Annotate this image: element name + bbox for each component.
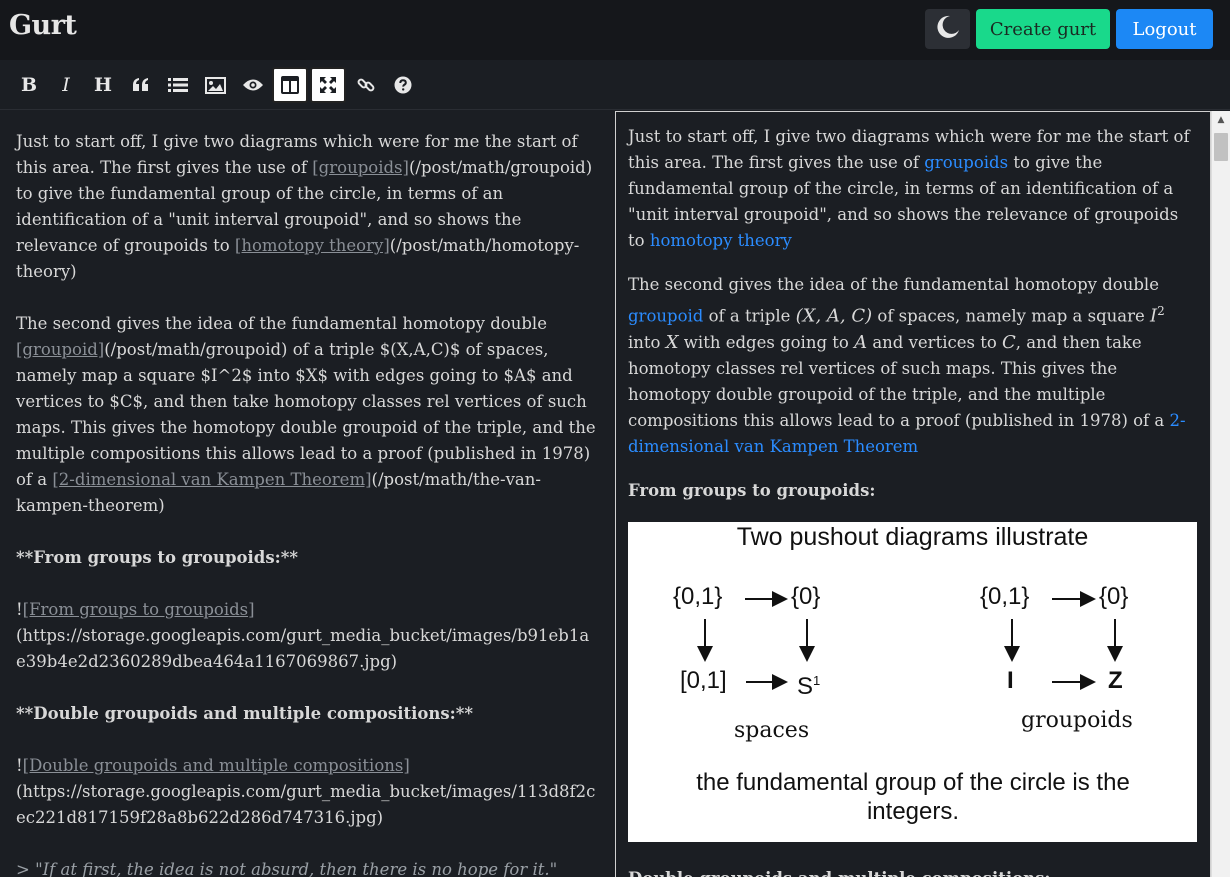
question-circle-icon xyxy=(394,76,412,94)
create-gurt-button[interactable]: Create gurt xyxy=(976,9,1110,49)
expand-arrows-icon xyxy=(319,76,337,94)
math-a: A xyxy=(854,331,868,353)
preview-scrollbar[interactable]: ▲ xyxy=(1211,111,1230,877)
preview-link-groupoid[interactable]: groupoid xyxy=(628,307,703,326)
quote-button[interactable] xyxy=(123,67,159,103)
quote-icon xyxy=(132,77,150,93)
math-triple: (X, A, C) xyxy=(795,305,873,327)
app-logo[interactable]: Gurt xyxy=(9,10,77,41)
preview-button[interactable] xyxy=(235,67,271,103)
preview-link-groupoids[interactable]: groupoids xyxy=(924,153,1008,172)
side-by-side-button[interactable] xyxy=(272,67,308,103)
help-button[interactable] xyxy=(385,67,421,103)
editor-image-1: ![From groups to groupoids] (https://stor… xyxy=(16,600,590,671)
editor-link-groupoids: [groupoids] xyxy=(312,158,409,177)
pushout-diagram-image: Two pushout diagrams illustrate {0,1} {0… xyxy=(628,521,1197,842)
theme-toggle-button[interactable] xyxy=(925,9,970,49)
top-navbar: Gurt Create gurt Logout xyxy=(0,0,1230,60)
editor-quote: > "If at first, the idea is not absurd, … xyxy=(16,860,558,877)
editor-heading-double: **Double groupoids and multiple composit… xyxy=(16,704,473,723)
image-icon xyxy=(204,76,226,94)
preview-link-homotopy-theory[interactable]: homotopy theory xyxy=(650,231,792,250)
editor-link-van-kampen: [2-dimensional van Kampen Theorem] xyxy=(52,470,372,489)
link-icon xyxy=(357,76,375,94)
moon-icon xyxy=(935,14,961,44)
scroll-thumb[interactable] xyxy=(1214,133,1228,161)
math-x: X xyxy=(665,331,679,353)
math-i-exponent: 2 xyxy=(1157,304,1165,318)
editor-image-2-alt: [Double groupoids and multiple compositi… xyxy=(22,756,410,775)
editor-image-1-alt: [From groups to groupoids] xyxy=(22,600,255,619)
logout-button[interactable]: Logout xyxy=(1116,9,1213,49)
columns-icon xyxy=(281,76,299,94)
insert-link-button[interactable] xyxy=(348,67,384,103)
bold-button[interactable]: B xyxy=(11,67,47,103)
editor-toolbar: B I H xyxy=(0,60,1230,110)
diagram-footer: the fundamental group of the circle is t… xyxy=(696,768,1130,825)
heading-button[interactable]: H xyxy=(85,67,121,103)
editor-paragraph-2: The second gives the idea of the fundame… xyxy=(16,314,596,515)
unordered-list-button[interactable] xyxy=(160,67,196,103)
list-icon xyxy=(168,77,188,93)
editor-paragraph-1: Just to start off, I give two diagrams w… xyxy=(16,132,593,281)
fullscreen-button[interactable] xyxy=(310,67,346,103)
italic-button[interactable]: I xyxy=(48,67,84,103)
preview-paragraph-1: Just to start off, I give two diagrams w… xyxy=(628,127,1190,250)
preview-heading-groups: From groups to groupoids: xyxy=(628,480,876,500)
preview-heading-double: Double groupoids and multiple compositio… xyxy=(628,866,1198,877)
preview-paragraph-2: The second gives the idea of the fundame… xyxy=(628,275,1186,456)
editor-link-homotopy-theory: [homotopy theory] xyxy=(234,236,390,255)
editor-image-2: ![Double groupoids and multiple composit… xyxy=(16,756,596,827)
eye-icon xyxy=(242,78,264,92)
insert-image-button[interactable] xyxy=(197,67,233,103)
scroll-up-arrow-icon[interactable]: ▲ xyxy=(1212,111,1230,129)
editor-link-groupoid: [groupoid] xyxy=(16,340,105,359)
math-c: C xyxy=(1002,331,1016,353)
markdown-editor[interactable]: Just to start off, I give two diagrams w… xyxy=(0,111,614,877)
editor-heading-groups: **From groups to groupoids:** xyxy=(16,548,298,567)
markdown-preview: Just to start off, I give two diagrams w… xyxy=(615,111,1211,877)
